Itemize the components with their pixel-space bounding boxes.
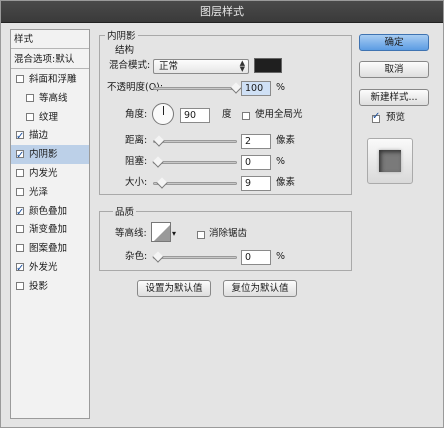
style-preview-swatch	[379, 150, 401, 172]
blend-mode-label: 混合模式:	[109, 60, 151, 71]
structure-title: 结构	[113, 42, 137, 56]
style-item-checkbox[interactable]	[16, 259, 24, 277]
contour-dropdown-icon[interactable]: ▾	[172, 227, 176, 241]
angle-unit: 度	[222, 109, 232, 120]
style-preview	[367, 138, 413, 184]
distance-input[interactable]: 2	[241, 134, 271, 149]
styles-header[interactable]: 样式	[11, 30, 89, 49]
global-light-checkbox[interactable]	[242, 112, 250, 120]
style-item-label: 图案叠加	[29, 243, 68, 255]
style-item-0[interactable]: 斜面和浮雕	[11, 70, 89, 89]
style-item-8[interactable]: 渐变叠加	[11, 220, 89, 239]
blend-mode-value: 正常	[159, 61, 179, 72]
contour-curve-icon	[154, 225, 170, 241]
preview-label: 预览	[386, 112, 406, 123]
style-item-3[interactable]: 描边	[11, 126, 89, 145]
style-item-label: 光泽	[29, 186, 49, 198]
contour-label: 等高线:	[115, 228, 147, 239]
style-item-11[interactable]: 投影	[11, 277, 89, 296]
new-style-button[interactable]: 新建样式...	[359, 89, 429, 106]
size-slider[interactable]	[153, 177, 237, 189]
noise-slider[interactable]	[152, 251, 237, 263]
style-item-checkbox[interactable]	[26, 93, 34, 102]
style-item-label: 纹理	[39, 111, 59, 123]
style-item-5[interactable]: 内发光	[11, 164, 89, 183]
style-item-6[interactable]: 光泽	[11, 183, 89, 202]
style-item-2[interactable]: 纹理	[11, 108, 89, 127]
angle-label: 角度:	[125, 109, 148, 120]
style-item-9[interactable]: 图案叠加	[11, 239, 89, 258]
angle-dial[interactable]	[152, 103, 174, 125]
layer-style-dialog: 图层样式 样式 混合选项:默认 斜面和浮雕等高线纹理描边内阴影内发光光泽颜色叠加…	[0, 0, 444, 428]
blend-mode-select[interactable]: 正常 ▲ ▼	[153, 59, 249, 74]
opacity-unit: %	[276, 82, 286, 93]
style-item-checkbox[interactable]	[26, 112, 34, 121]
style-item-4[interactable]: 内阴影	[11, 145, 89, 165]
style-item-label: 渐变叠加	[29, 224, 68, 236]
style-item-checkbox[interactable]	[16, 127, 24, 145]
angle-input[interactable]: 90	[180, 108, 210, 123]
style-item-label: 内阴影	[29, 149, 58, 161]
style-item-7[interactable]: 颜色叠加	[11, 202, 89, 221]
set-default-button[interactable]: 设置为默认值	[137, 280, 211, 297]
preview-checkbox[interactable]	[372, 111, 380, 123]
quality-title: 品质	[113, 204, 137, 218]
style-item-label: 颜色叠加	[29, 205, 68, 217]
choke-unit: %	[276, 156, 286, 167]
choke-input[interactable]: 0	[241, 155, 271, 170]
style-item-label: 外发光	[29, 262, 58, 273]
style-item-label: 投影	[29, 280, 49, 292]
distance-slider[interactable]	[153, 135, 237, 147]
style-item-1[interactable]: 等高线	[11, 89, 89, 108]
style-item-label: 斜面和浮雕	[29, 74, 77, 85]
opacity-slider[interactable]	[153, 82, 242, 94]
anti-alias-label: 消除锯齿	[209, 228, 248, 239]
opacity-input[interactable]: 100	[241, 81, 271, 96]
style-item-checkbox[interactable]	[16, 169, 24, 177]
size-unit: 像素	[276, 177, 296, 188]
style-item-checkbox[interactable]	[16, 146, 24, 164]
window-title: 图层样式	[1, 1, 443, 23]
choke-slider[interactable]	[152, 156, 237, 168]
contour-picker[interactable]	[151, 222, 171, 242]
style-item-label: 内发光	[29, 168, 58, 179]
size-label: 大小:	[125, 177, 148, 188]
style-item-checkbox[interactable]	[16, 75, 24, 83]
noise-label: 杂色:	[125, 251, 148, 262]
ok-button[interactable]: 确定	[359, 34, 429, 51]
style-item-checkbox[interactable]	[16, 187, 24, 196]
angle-dial-needle	[163, 106, 164, 115]
shadow-color-swatch[interactable]	[254, 58, 282, 73]
select-arrows-icon: ▲ ▼	[239, 59, 245, 73]
reset-default-button[interactable]: 复位为默认值	[223, 280, 297, 297]
style-item-label: 描边	[29, 130, 49, 142]
style-item-checkbox[interactable]	[16, 281, 24, 290]
style-item-label: 等高线	[39, 92, 68, 104]
inner-shadow-title: 内阴影	[105, 28, 138, 42]
cancel-button[interactable]: 取消	[359, 61, 429, 78]
size-input[interactable]: 9	[241, 176, 271, 191]
style-item-checkbox[interactable]	[16, 244, 24, 253]
style-item-10[interactable]: 外发光	[11, 258, 89, 277]
distance-label: 距离:	[125, 135, 148, 146]
styles-list: 样式 混合选项:默认 斜面和浮雕等高线纹理描边内阴影内发光光泽颜色叠加渐变叠加图…	[10, 29, 90, 419]
anti-alias-checkbox[interactable]	[197, 231, 205, 239]
noise-unit: %	[276, 251, 286, 262]
noise-input[interactable]: 0	[241, 250, 271, 265]
style-item-checkbox[interactable]	[16, 225, 24, 234]
global-light-label: 使用全局光	[255, 109, 303, 120]
choke-label: 阻塞:	[125, 156, 148, 167]
distance-unit: 像素	[276, 135, 296, 146]
style-item-checkbox[interactable]	[16, 203, 24, 221]
blending-options-item[interactable]: 混合选项:默认	[11, 50, 89, 69]
